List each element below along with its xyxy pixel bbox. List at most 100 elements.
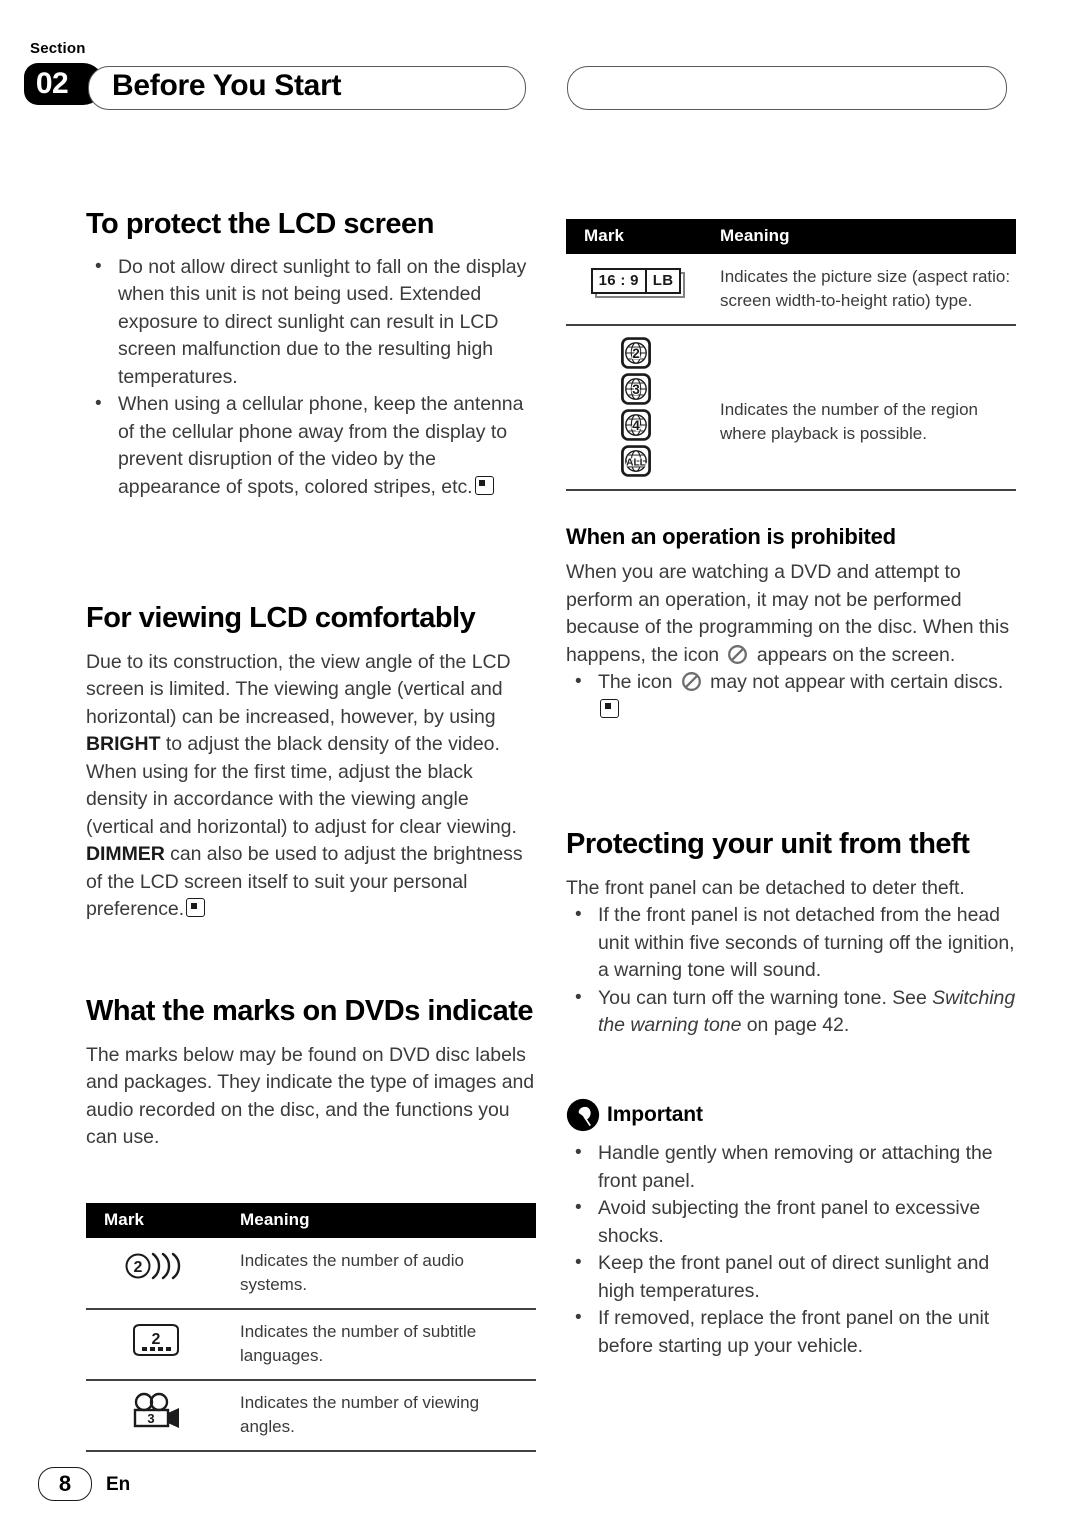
end-of-block-icon <box>474 475 494 495</box>
svg-text:2: 2 <box>134 1259 143 1276</box>
end-of-block-icon <box>186 898 206 918</box>
aspect-ratio-mark-icon: 16 : 9 LB <box>590 268 686 298</box>
table-row: 2 Indicates the number of audio systems. <box>86 1238 536 1310</box>
region-icon-all: ALL <box>621 445 651 477</box>
aspect-ratio-box: 16 : 9 LB <box>590 268 682 294</box>
column-header-meaning: Meaning <box>226 1203 536 1238</box>
table-head: Mark Meaning <box>86 1203 536 1238</box>
subtitle-languages-mark-icon: 2 <box>133 1324 179 1356</box>
prohibited-icon <box>681 672 701 692</box>
list-item: When using a cellular phone, keep the an… <box>86 390 536 501</box>
heading-theft-protection: Protecting your unit from theft <box>566 828 970 860</box>
paragraph-part-2: appears on the screen. <box>751 643 956 666</box>
dvd-marks-table-wrap: Mark Meaning 2 Indicates the number of a… <box>86 1203 536 1452</box>
audio-systems-mark-icon: 2 <box>125 1252 181 1280</box>
keyword-bright: BRIGHT <box>86 733 161 756</box>
page-footer: 8 En <box>0 1439 1080 1529</box>
end-of-block-icon <box>600 698 619 718</box>
column-header-mark: Mark <box>566 219 706 254</box>
list-item: The icon may not appear with certain dis… <box>566 668 1016 724</box>
bullet-part-2: may not appear with certain discs. <box>704 671 1004 694</box>
cell-mark: 2 3 4 ALL <box>566 325 706 491</box>
heading-operation-prohibited: When an operation is prohibited <box>566 524 896 549</box>
bullet-text: Do not allow direct sunlight to fall on … <box>118 255 527 388</box>
list-item: You can turn off the warning tone. See S… <box>566 984 1016 1040</box>
bullet-part-1: The icon <box>598 671 678 694</box>
column-header-meaning: Meaning <box>706 219 1016 254</box>
heading-dvd-marks: What the marks on DVDs indicate <box>86 995 534 1027</box>
section-theft-protection: Protecting your unit from theft The fron… <box>566 828 1016 1040</box>
svg-text:3: 3 <box>147 1411 154 1426</box>
table-row: 16 : 9 LB Indicates the picture size (as… <box>566 254 1016 326</box>
list-item: Do not allow direct sunlight to fall on … <box>86 253 536 392</box>
page-header: Section 02 Before You Start <box>0 0 1080 130</box>
heading-protect-lcd: To protect the LCD screen <box>86 208 434 240</box>
keyword-dimmer: DIMMER <box>86 843 165 866</box>
protect-lcd-bullets: Do not allow direct sunlight to fall on … <box>86 253 536 502</box>
svg-text:4: 4 <box>632 418 640 433</box>
aspect-ratio-value: 16 : 9 <box>598 272 639 289</box>
cell-meaning: Indicates the number of subtitle languag… <box>226 1309 536 1381</box>
cell-meaning: Indicates the number of the region where… <box>706 325 1016 491</box>
theft-protection-paragraph: The front panel can be detached to deter… <box>566 876 965 899</box>
heading-viewing-comfort: For viewing LCD comfortably <box>86 602 476 634</box>
list-item: Keep the front panel out of direct sunli… <box>566 1249 1016 1305</box>
table-header-row: Mark Meaning <box>566 219 1016 254</box>
table-row: 2 Indicates the number of subtitle langu… <box>86 1309 536 1381</box>
table-row: 2 3 4 ALL Indicates the number of the re… <box>566 325 1016 491</box>
bullet-text: If the front panel is not detached from … <box>598 904 1015 982</box>
cell-meaning: Indicates the picture size (aspect ratio… <box>706 254 1016 326</box>
section-operation-prohibited: When an operation is prohibited When you… <box>566 524 1016 724</box>
table-head: Mark Meaning <box>566 219 1016 254</box>
list-item: If removed, replace the front panel on t… <box>566 1304 1016 1360</box>
table-body: 16 : 9 LB Indicates the picture size (as… <box>566 254 1016 491</box>
prohibited-icon <box>728 644 748 664</box>
pushpin-icon <box>566 1098 600 1132</box>
bullet-text: When using a cellular phone, keep the an… <box>118 393 524 498</box>
operation-prohibited-bullets: The icon may not appear with certain dis… <box>566 668 1016 724</box>
region-icon-3: 3 <box>621 373 651 405</box>
region-marks-table-wrap: Mark Meaning 16 : 9 LB Indicates the pic… <box>566 219 1016 491</box>
viewing-angles-mark-icon: 3 <box>133 1392 179 1428</box>
section-protect-lcd: To protect the LCD screen Do not allow d… <box>86 208 536 501</box>
svg-text:ALL: ALL <box>626 457 646 468</box>
table-body: 2 Indicates the number of audio systems.… <box>86 1238 536 1452</box>
region-icon-2: 2 <box>621 337 651 369</box>
svg-text:3: 3 <box>632 382 640 397</box>
important-bullets: Handle gently when removing or attaching… <box>566 1139 1016 1360</box>
important-header: Important <box>566 1098 1016 1132</box>
page-title: Before You Start <box>112 69 342 102</box>
table-header-row: Mark Meaning <box>86 1203 536 1238</box>
dvd-marks-table: Mark Meaning 2 Indicates the number of a… <box>86 1203 536 1452</box>
list-item: Handle gently when removing or attaching… <box>566 1139 1016 1195</box>
list-item: If the front panel is not detached from … <box>566 901 1016 985</box>
section-number-badge: 02 <box>24 63 80 105</box>
section-dvd-marks: What the marks on DVDs indicate The mark… <box>86 995 536 1152</box>
paragraph-part-1: Due to its construction, the view angle … <box>86 650 511 728</box>
bullet-ref-part-2: on page 42. <box>741 1014 850 1037</box>
svg-text:2: 2 <box>632 346 640 361</box>
bullet-ref-part-1: You can turn off the warning tone. See <box>598 986 933 1009</box>
dvd-marks-paragraph: The marks below may be found on DVD disc… <box>86 1043 535 1149</box>
list-item: Avoid subjecting the front panel to exce… <box>566 1194 1016 1250</box>
svg-text:2: 2 <box>152 1331 161 1348</box>
column-header-mark: Mark <box>86 1203 226 1238</box>
cell-meaning: Indicates the number of audio systems. <box>226 1238 536 1310</box>
cell-mark: 2 <box>86 1309 226 1381</box>
theft-protection-bullets: If the front panel is not detached from … <box>566 901 1016 1040</box>
region-marks-table: Mark Meaning 16 : 9 LB Indicates the pic… <box>566 219 1016 491</box>
language-label: En <box>106 1474 131 1495</box>
header-right-pill <box>567 66 1007 110</box>
cell-mark: 16 : 9 LB <box>566 254 706 326</box>
viewing-comfort-paragraph: Due to its construction, the view angle … <box>86 649 536 924</box>
operation-prohibited-paragraph: When you are watching a DVD and attempt … <box>566 559 1016 669</box>
page-number: 8 <box>38 1467 92 1501</box>
cell-mark: 2 <box>86 1238 226 1310</box>
section-viewing-comfort: For viewing LCD comfortably Due to its c… <box>86 602 536 924</box>
letterbox-value: LB <box>644 270 680 292</box>
important-label: Important <box>607 1103 703 1126</box>
region-icon-4: 4 <box>621 409 651 441</box>
important-block: Important Handle gently when removing or… <box>566 1098 1016 1360</box>
region-code-mark-icon: 2 3 4 ALL <box>566 336 706 478</box>
section-word: Section <box>30 40 86 57</box>
